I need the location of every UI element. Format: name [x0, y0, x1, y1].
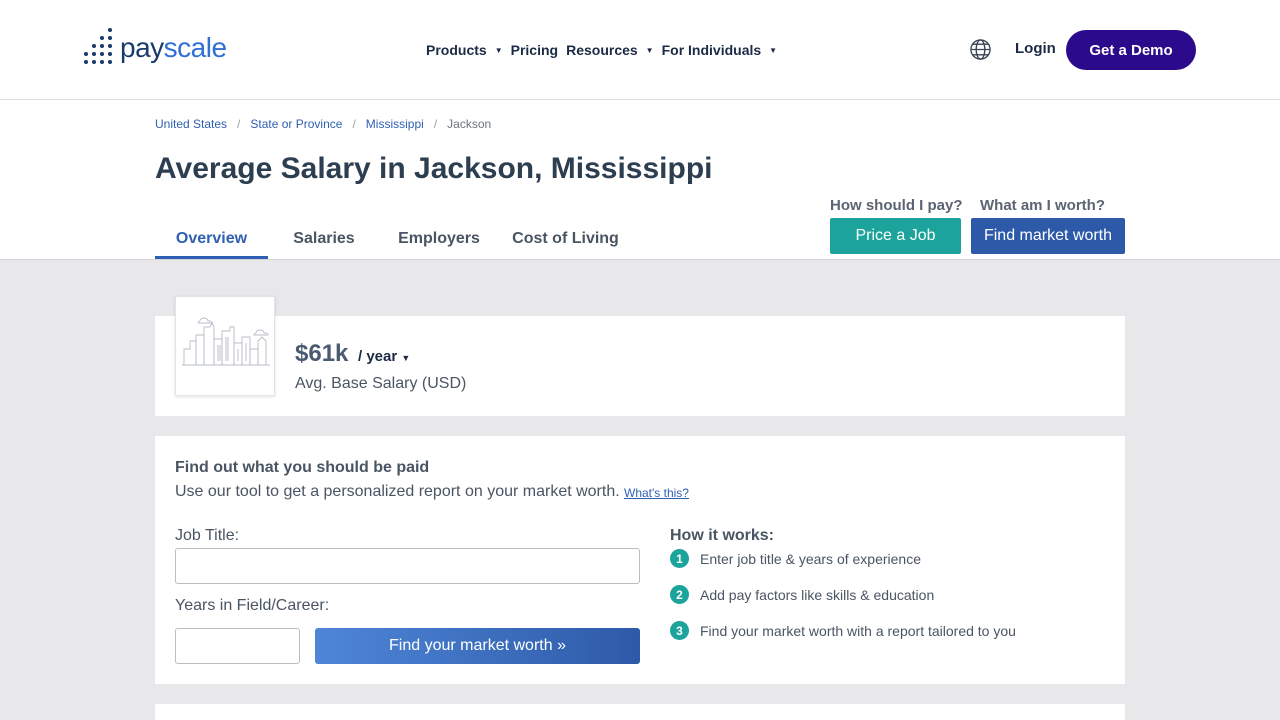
main-nav: Products ▼ Pricing Resources ▼ For Indiv…	[426, 40, 785, 60]
step-text: Enter job title & years of experience	[700, 550, 922, 567]
how-it-works-step: 3 Find your market worth with a report t…	[670, 621, 1016, 640]
nav-products[interactable]: Products ▼	[426, 40, 503, 60]
step-text: Find your market worth with a report tai…	[700, 622, 1016, 639]
globe-icon[interactable]	[969, 38, 992, 61]
login-link[interactable]: Login	[1015, 40, 1056, 57]
price-a-job-button[interactable]: Price a Job	[830, 218, 961, 254]
pay-period-label: / year	[358, 348, 398, 365]
nav-pricing-label: Pricing	[510, 42, 559, 58]
get-a-demo-button[interactable]: Get a Demo	[1066, 30, 1196, 70]
how-it-works-step: 2 Add pay factors like skills & educatio…	[670, 585, 934, 604]
whats-this-link[interactable]: What's this?	[624, 486, 689, 500]
top-navigation-bar: payscale Products ▼ Pricing Resources ▼ …	[0, 0, 1280, 100]
nav-products-label: Products	[426, 42, 487, 58]
breadcrumb-separator: /	[237, 117, 241, 131]
step-number-badge: 1	[670, 549, 689, 568]
breadcrumb-united-states[interactable]: United States	[155, 117, 227, 131]
find-market-worth-button[interactable]: Find market worth	[971, 218, 1125, 254]
job-title-label: Job Title:	[175, 527, 240, 544]
nav-pricing[interactable]: Pricing	[511, 40, 558, 60]
page-header-section: United States / State or Province / Miss…	[0, 100, 1280, 260]
tool-subheading: Use our tool to get a personalized repor…	[175, 483, 620, 500]
how-it-works-heading: How it works:	[670, 527, 775, 544]
step-number-badge: 3	[670, 621, 689, 640]
nav-resources[interactable]: Resources ▼	[566, 40, 654, 60]
next-content-card	[155, 704, 1125, 720]
nav-for-individuals[interactable]: For Individuals ▼	[662, 40, 778, 60]
breadcrumb-jackson-current: Jackson	[447, 117, 492, 131]
logo-wordmark-pay: pay	[120, 32, 164, 63]
city-skyline-image	[175, 296, 275, 396]
what-am-i-worth-label: What am I worth?	[980, 197, 1105, 214]
breadcrumb: United States / State or Province / Miss…	[155, 117, 491, 131]
nav-resources-label: Resources	[566, 42, 638, 58]
years-in-field-label: Years in Field/Career:	[175, 597, 330, 614]
years-in-field-input[interactable]	[175, 628, 300, 664]
average-salary-amount: $61k	[295, 340, 349, 367]
breadcrumb-state-or-province[interactable]: State or Province	[250, 117, 342, 131]
section-tabs: Overview Salaries Employers Cost of Livi…	[155, 220, 633, 259]
breadcrumb-separator: /	[433, 117, 438, 131]
job-title-input[interactable]	[175, 548, 640, 584]
logo-wordmark-scale: scale	[163, 32, 227, 63]
payscale-logo[interactable]: payscale	[84, 28, 227, 64]
pay-period-dropdown[interactable]: / year ▼	[358, 348, 410, 365]
breadcrumb-separator: /	[352, 117, 356, 131]
breadcrumb-mississippi[interactable]: Mississippi	[366, 117, 424, 131]
logo-wordmark: payscale	[120, 32, 227, 64]
caret-down-icon: ▼	[645, 45, 654, 55]
city-skyline-icon	[182, 317, 270, 366]
tab-employers[interactable]: Employers	[380, 220, 498, 259]
tool-heading: Find out what you should be paid	[175, 459, 430, 476]
caret-down-icon: ▼	[494, 45, 503, 55]
caret-down-icon: ▼	[401, 353, 411, 363]
how-it-works-step: 1 Enter job title & years of experience	[670, 549, 921, 568]
avg-base-salary-label: Avg. Base Salary (USD)	[295, 375, 467, 392]
nav-for-individuals-label: For Individuals	[661, 42, 762, 58]
step-text: Add pay factors like skills & education	[700, 586, 935, 603]
caret-down-icon: ▼	[769, 45, 778, 55]
tab-cost-of-living[interactable]: Cost of Living	[498, 220, 633, 259]
logo-dots-icon	[84, 28, 114, 64]
step-number-badge: 2	[670, 585, 689, 604]
how-should-i-pay-label: How should I pay?	[830, 197, 963, 214]
page-title: Average Salary in Jackson, Mississippi	[155, 152, 713, 185]
tab-salaries[interactable]: Salaries	[268, 220, 380, 259]
find-your-market-worth-button[interactable]: Find your market worth »	[315, 628, 640, 664]
tab-overview[interactable]: Overview	[155, 220, 268, 259]
